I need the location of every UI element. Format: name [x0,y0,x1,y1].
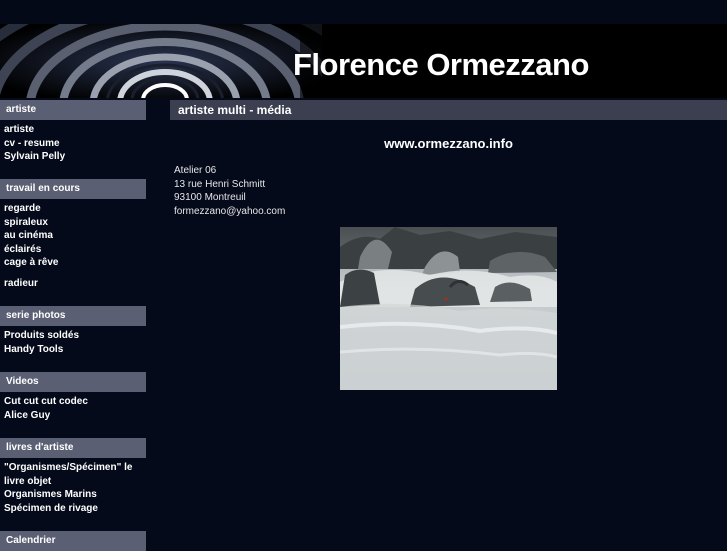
nav-link-alice-guy[interactable]: Alice Guy [4,409,142,423]
nav-link-spiraleux[interactable]: spiraleux [4,216,142,230]
nav-link-organismes-marins[interactable]: Organismes Marins [4,488,142,502]
nav-link-au-cinema[interactable]: au cinéma [4,229,142,243]
address-line-studio: Atelier 06 [174,165,217,176]
sidebar-section-artiste: artiste [0,100,146,120]
address-line-street: 13 rue Henri Schmitt [174,178,266,190]
nav-link-sylvain-pelly[interactable]: Sylvain Pelly [4,150,142,164]
sidebar-section-serie-photos: serie photos [0,306,146,326]
nav-link-regarde[interactable]: regarde [4,202,142,216]
email-address[interactable]: formezzano@yahoo.com [174,205,285,219]
nav-link-handy-tools[interactable]: Handy Tools [4,343,142,357]
website-link[interactable]: www.ormezzano.info [170,136,727,151]
header-banner: Florence Ormezzano [0,24,727,98]
nav-link-artiste[interactable]: artiste [4,123,142,137]
sidebar-section-travail: travail en cours [0,179,146,199]
top-bar [0,0,727,24]
sidebar-section-videos: Videos [0,372,146,392]
nav-link-cv-resume[interactable]: cv - resume [4,137,142,151]
address-line-city: 93100 Montreuil [174,192,246,203]
site-title: Florence Ormezzano [293,47,589,82]
sidebar-section-livres: livres d'artiste [0,438,146,458]
nav-link-eclaires[interactable]: éclairés [4,243,142,257]
nav-link-cut-cut-cut-codec[interactable]: Cut cut cut codec [4,395,142,409]
nav-link-livre-objet[interactable]: livre objet [4,475,142,489]
river-rapids-photo [340,227,557,390]
nav-link-organismes-specimen[interactable]: "Organismes/Spécimen" le [4,461,142,475]
sidebar: artiste artiste cv - resume Sylvain Pell… [0,100,146,551]
nav-link-specimen-de-rivage[interactable]: Spécimen de rivage [4,502,142,516]
sidebar-section-calendrier: Calendrier [0,531,146,551]
main-section-header: artiste multi - média [170,100,727,120]
nav-link-cage-a-reve[interactable]: cage à rêve [4,256,142,270]
nav-link-radieur[interactable]: radieur [4,277,142,291]
banner-spiral-image [0,24,322,98]
nav-link-produits-soldes[interactable]: Produits soldés [4,329,142,343]
